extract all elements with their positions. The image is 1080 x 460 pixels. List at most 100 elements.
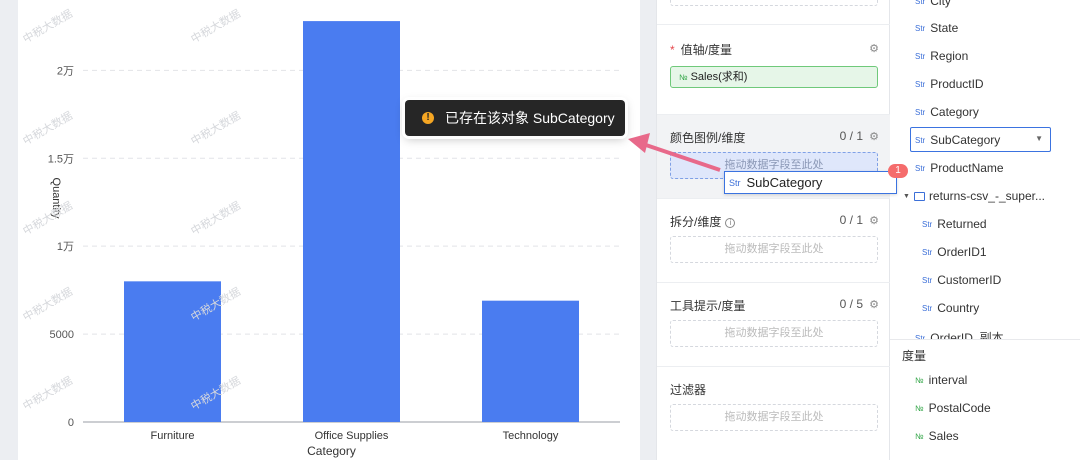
folder-icon — [913, 192, 925, 201]
field-item[interactable]: Str ProductName — [915, 161, 1004, 175]
string-type-icon: Str — [729, 178, 741, 188]
drop-zone[interactable] — [670, 0, 878, 6]
field-item[interactable]: Str SubCategory — [915, 133, 1000, 147]
folder-item[interactable]: ▼ returns-csv_-_super... — [903, 189, 1045, 203]
field-name: Category — [930, 105, 979, 119]
string-type-icon: Str — [922, 248, 933, 257]
field-name: OrderID_副本 — [930, 331, 1004, 339]
field-name: ProductID — [930, 77, 984, 91]
field-item[interactable]: Str Country — [922, 301, 979, 315]
tooltip-title: 工具提示/度量 — [670, 299, 746, 313]
field-name: OrderID1 — [937, 245, 987, 259]
y-tick-label: 0 — [68, 417, 74, 429]
field-name: SubCategory — [930, 133, 1001, 147]
field-item[interactable]: Str City — [915, 0, 951, 8]
filter-drop-zone[interactable]: 拖动数据字段至此处 — [670, 404, 878, 431]
split-drop-zone[interactable]: 拖动数据字段至此处 — [670, 236, 878, 263]
string-type-icon: Str — [915, 52, 926, 61]
field-name: Returned — [937, 217, 987, 231]
number-type-icon: № — [915, 404, 924, 413]
measure-type-icon: № — [679, 73, 688, 82]
field-list-panel: ▼ Str City Str State Str Region Str ProductI… — [890, 0, 1080, 460]
x-tick-label: Technology — [503, 430, 559, 442]
x-tick-label: Office Supplies — [315, 430, 389, 442]
y-tick-label: 1万 — [57, 241, 74, 253]
gear-icon[interactable]: ⚙ — [869, 42, 879, 55]
color-legend-title: 颜色图例/维度 — [670, 131, 746, 145]
bar-chart: 0 5000 1万 1.5万 2万 Furniture Office Supplies Tec… — [48, 21, 620, 458]
split-count: 0 / 1 — [839, 213, 863, 227]
chart-panel: 0 5000 1万 1.5万 2万 Furniture Office Supplies Tec… — [18, 0, 640, 460]
filter-title: 过滤器 — [670, 383, 707, 397]
gear-icon[interactable]: ⚙ — [869, 130, 879, 143]
chart-config-panel: * 值轴/度量 ⚙ № Sales(求和) 颜色图例/维度 0 / 1 ⚙ 拖动数据… — [656, 0, 891, 460]
number-type-icon: № — [915, 432, 924, 441]
split-label: 拆分/维度 — [670, 215, 722, 229]
tooltip-count: 0 / 5 — [839, 297, 863, 311]
x-axis-title: Category — [307, 444, 356, 458]
field-name: Region — [930, 49, 969, 63]
split-section: 拆分/维度 i 0 / 1 ⚙ 拖动数据字段至此处 — [657, 198, 891, 282]
value-axis-section: * 值轴/度量 ⚙ № Sales(求和) — [657, 24, 891, 114]
measure-item[interactable]: № interval — [915, 373, 967, 387]
dragged-field-chip[interactable]: Str SubCategory — [724, 171, 897, 194]
split-title: 拆分/维度 i — [670, 213, 736, 230]
measure-item[interactable]: № Sales — [915, 429, 959, 443]
string-type-icon: Str — [915, 0, 926, 6]
field-name: State — [930, 21, 959, 35]
value-axis-title: * 值轴/度量 — [670, 41, 732, 58]
string-type-icon: Str — [915, 108, 926, 117]
field-item[interactable]: Str OrderID_副本 — [915, 329, 1004, 339]
field-item[interactable]: Str Returned — [922, 217, 987, 231]
measure-pill-sales[interactable]: № Sales(求和) — [670, 66, 878, 88]
toast-message: 已存在该对象 SubCategory — [445, 110, 615, 126]
field-name: PostalCode — [928, 401, 991, 415]
tooltip-section: 工具提示/度量 0 / 5 ⚙ 拖动数据字段至此处 — [657, 282, 891, 366]
field-item[interactable]: Str Region — [915, 49, 968, 63]
caret-down-icon[interactable]: ▼ — [903, 193, 910, 200]
tooltip-drop-zone[interactable]: 拖动数据字段至此处 — [670, 320, 878, 347]
measures-heading: 度量 — [902, 349, 927, 363]
string-type-icon: Str — [922, 220, 933, 229]
dragged-field-label: SubCategory — [746, 175, 823, 190]
color-legend-count: 0 / 1 — [839, 129, 863, 143]
field-item[interactable]: Str State — [915, 21, 958, 35]
field-item[interactable]: Str ProductID — [915, 77, 984, 91]
filter-section: 过滤器 拖动数据字段至此处 — [657, 366, 891, 460]
warning-icon: ! — [422, 112, 434, 124]
measure-item[interactable]: № PostalCode — [915, 401, 991, 415]
y-tick-label: 1.5万 — [48, 153, 74, 165]
warning-toast: ! 已存在该对象 SubCategory — [405, 100, 625, 136]
string-type-icon: Str — [915, 24, 926, 33]
field-item[interactable]: Str CustomerID — [922, 273, 1001, 287]
field-name: City — [930, 0, 951, 8]
string-type-icon: Str — [915, 164, 926, 173]
gear-icon[interactable]: ⚙ — [869, 214, 879, 227]
field-name: interval — [928, 373, 968, 387]
bar — [303, 21, 400, 422]
field-name: Sales — [928, 429, 959, 443]
x-tick-label: Furniture — [150, 430, 194, 442]
string-type-icon: Str — [915, 136, 926, 145]
field-item[interactable]: Str OrderID1 — [922, 245, 987, 259]
measure-pill-label: Sales(求和) — [690, 71, 748, 83]
y-tick-label: 2万 — [57, 65, 74, 77]
required-mark: * — [670, 43, 675, 57]
field-name: ProductName — [930, 161, 1004, 175]
info-icon[interactable]: i — [725, 218, 736, 228]
string-type-icon: Str — [922, 304, 933, 313]
value-axis-label: 值轴/度量 — [680, 43, 733, 57]
string-type-icon: Str — [915, 80, 926, 89]
gear-icon[interactable]: ⚙ — [869, 298, 879, 311]
bar — [482, 300, 579, 422]
divider — [890, 339, 1080, 340]
field-name: CustomerID — [937, 273, 1002, 287]
field-name: Country — [937, 301, 980, 315]
field-item[interactable]: Str Category — [915, 105, 979, 119]
folder-name: returns-csv_-_super... — [928, 189, 1045, 203]
string-type-icon: Str — [922, 276, 933, 285]
number-type-icon: № — [915, 376, 924, 385]
y-tick-label: 5000 — [50, 329, 74, 341]
chevron-down-icon[interactable]: ▼ — [1035, 134, 1043, 143]
drag-count-badge: 1 — [888, 164, 908, 178]
